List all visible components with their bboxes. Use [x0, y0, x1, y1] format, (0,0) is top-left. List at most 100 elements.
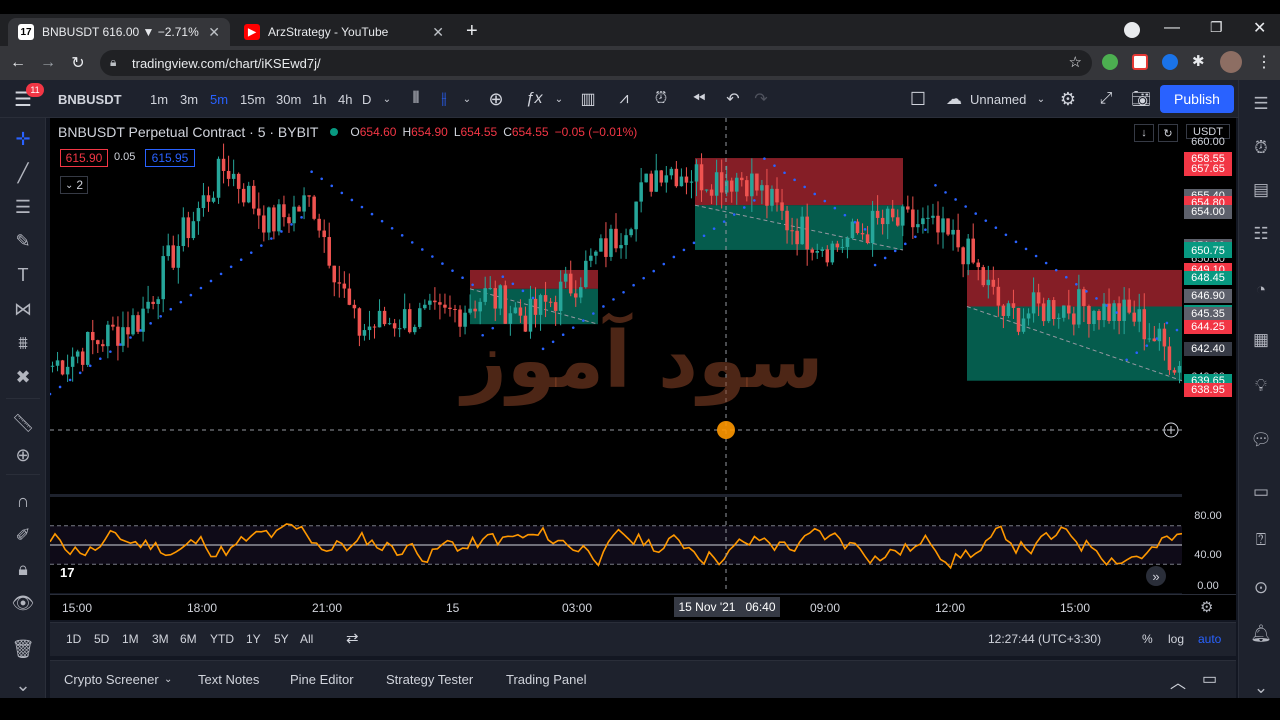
calendar-icon[interactable]: ▦ — [1247, 326, 1275, 354]
chart-canvas[interactable] — [50, 118, 1182, 495]
expand-icon[interactable]: ⤢ — [1094, 80, 1118, 118]
profile-menu-icon[interactable] — [1124, 22, 1140, 38]
percent-toggle[interactable]: % — [1142, 632, 1153, 646]
interval-3m[interactable]: 3m — [180, 80, 198, 118]
help-icon[interactable]: ⍰ — [1247, 526, 1275, 554]
tab-crypto-screener[interactable]: Crypto Screener — [64, 672, 159, 687]
layout-name[interactable]: Unnamed — [970, 80, 1026, 118]
forward-icon[interactable]: → — [36, 52, 60, 74]
tab-text-notes[interactable]: Text Notes — [198, 672, 259, 687]
sell-button[interactable]: 615.90 — [60, 149, 108, 167]
fib-icon[interactable]: ☰ — [8, 192, 38, 222]
range-1M[interactable]: 1M — [122, 632, 139, 646]
bar-style-icon[interactable]: ⫴ — [404, 80, 428, 118]
range-1Y[interactable]: 1Y — [246, 632, 261, 646]
price-axis[interactable]: USDT 660.00650.00640.00658.55657.65655.4… — [1182, 118, 1236, 594]
undo-icon[interactable]: ↶ — [722, 80, 744, 118]
symbol-search-button[interactable]: BNBUSDT — [58, 80, 122, 118]
close-tab-icon[interactable]: ✕ — [208, 24, 220, 41]
financials-icon[interactable]: ▥ — [576, 80, 600, 118]
notifications-bell-icon[interactable]: 🔔︎ — [1247, 620, 1275, 648]
templates-icon[interactable]: ⩘ — [612, 80, 636, 118]
bookmark-star-icon[interactable]: ☆ — [1069, 53, 1082, 71]
browser-menu-icon[interactable]: ⋮ — [1256, 52, 1272, 72]
chevron-down-icon[interactable]: ⌄ — [552, 80, 566, 118]
back-icon[interactable]: ← — [6, 52, 30, 74]
ruler-icon[interactable]: 📏︎ — [8, 408, 38, 438]
candles-icon[interactable]: ⫲ — [432, 80, 456, 118]
range-All[interactable]: All — [300, 632, 313, 646]
extension-icon[interactable] — [1132, 54, 1148, 70]
ideas-lightbulb-icon[interactable]: 💡︎ — [1247, 372, 1275, 400]
settings-gear-icon[interactable]: ⚙︎ — [1056, 80, 1080, 118]
chevron-down-icon[interactable]: ⌄ — [1034, 80, 1048, 118]
close-tab-icon[interactable]: ✕ — [432, 24, 444, 41]
extension-icon[interactable] — [1102, 54, 1118, 70]
interval-5m[interactable]: 5m — [210, 80, 228, 118]
chevron-up-icon[interactable]: ︿ — [1170, 669, 1186, 693]
avatar[interactable] — [1220, 51, 1242, 73]
alarm-clock-icon[interactable]: ⏰︎ — [1247, 134, 1275, 162]
maximize-icon[interactable]: ❐ — [1210, 19, 1223, 36]
auto-toggle[interactable]: auto — [1198, 632, 1221, 646]
chat-icon[interactable]: 💬︎ — [1247, 426, 1275, 454]
range-5D[interactable]: 5D — [94, 632, 109, 646]
url-input[interactable]: 🔒︎ tradingview.com/chart/iKSEwd7j/ ☆ — [100, 50, 1092, 76]
oscillator-pane[interactable] — [50, 497, 1182, 593]
chevron-down-icon[interactable]: ⌄ — [164, 674, 172, 685]
trendline-icon[interactable]: ╱ — [8, 158, 38, 188]
axis-settings-gear-icon[interactable]: ⚙︎ — [1200, 598, 1213, 616]
browser-tab-youtube[interactable]: ▶ ArzStrategy - YouTube ✕ — [234, 18, 454, 46]
minimize-icon[interactable]: — — [1164, 19, 1180, 37]
chevron-down-icon[interactable]: ⌄ — [380, 80, 394, 118]
camera-icon[interactable]: 📷︎ — [1128, 80, 1154, 118]
range-YTD[interactable]: YTD — [210, 632, 234, 646]
interval-15m[interactable]: 15m — [240, 80, 265, 118]
clock-label[interactable]: 12:27:44 (UTC+3:30) — [988, 632, 1101, 646]
oscillator-canvas[interactable] — [50, 497, 1182, 593]
remove-drawings-icon[interactable]: ✖ — [8, 362, 38, 392]
collapse-indicators-button[interactable]: ⌄ 2 — [60, 176, 88, 194]
watchlist-icon[interactable]: ☰ — [1247, 90, 1275, 118]
browser-tab-tradingview[interactable]: 17 BNBUSDT 616.00 ▼ −2.71% Unn ✕ — [8, 18, 230, 46]
fullscreen-square-icon[interactable]: ☐ — [906, 80, 930, 118]
lock-icon[interactable]: 🔒︎ — [8, 554, 38, 584]
data-window-icon[interactable]: ▤ — [1247, 176, 1275, 204]
chevron-down-icon[interactable]: ⌄ — [460, 80, 474, 118]
indicators-icon[interactable]: ƒx — [522, 80, 546, 118]
new-tab-icon[interactable]: + — [466, 20, 478, 43]
window-close-icon[interactable]: ✕ — [1253, 18, 1266, 38]
zoom-icon[interactable]: ⊕ — [8, 440, 38, 470]
collapse-toolbar-icon[interactable]: ⌄ — [8, 670, 38, 700]
alert-icon[interactable]: ⏰︎ — [648, 80, 674, 118]
scroll-to-realtime-icon[interactable]: » — [1146, 566, 1166, 586]
redo-icon[interactable]: ↷ — [750, 80, 772, 118]
legend-title[interactable]: BNBUSDT Perpetual Contract · 5 · BYBIT — [58, 124, 318, 140]
time-axis[interactable]: 15:00 18:00 21:00 15 03:00 09:00 12:00 15:00 15… — [50, 594, 1236, 620]
calendar-pie-icon[interactable]: ◔ — [1247, 276, 1275, 304]
broadcast-icon[interactable]: ⊙ — [1247, 574, 1275, 602]
streams-icon[interactable]: ▭ — [1247, 478, 1275, 506]
brush-icon[interactable]: ✎ — [8, 226, 38, 256]
interval-30m[interactable]: 30m — [276, 80, 301, 118]
extensions-puzzle-icon[interactable]: ✱ — [1192, 52, 1205, 70]
pattern-icon[interactable]: ⋈ — [8, 294, 38, 324]
pane-divider[interactable] — [50, 494, 1182, 497]
interval-1h[interactable]: 1h — [312, 80, 326, 118]
stay-drawing-icon[interactable]: ✐ — [8, 520, 38, 550]
range-5Y[interactable]: 5Y — [274, 632, 289, 646]
extension-icon[interactable] — [1162, 54, 1178, 70]
tab-strategy-tester[interactable]: Strategy Tester — [386, 672, 473, 687]
eye-icon[interactable]: 👁︎ — [8, 588, 38, 618]
tab-trading-panel[interactable]: Trading Panel — [506, 672, 586, 687]
prediction-icon[interactable]: ⩩ — [8, 328, 38, 358]
compare-icon[interactable]: ⊕ — [484, 80, 508, 118]
tradingview-logo[interactable]: 17 — [60, 565, 86, 585]
range-1D[interactable]: 1D — [66, 632, 81, 646]
main-chart-pane[interactable] — [50, 118, 1182, 495]
magnet-icon[interactable]: ∩ — [8, 486, 38, 516]
scroll-down-icon[interactable]: ↓ — [1134, 124, 1154, 142]
maximize-panel-icon[interactable]: ▭ — [1202, 669, 1217, 689]
publish-button[interactable]: Publish — [1160, 85, 1234, 113]
interval-1m[interactable]: 1m — [150, 80, 168, 118]
